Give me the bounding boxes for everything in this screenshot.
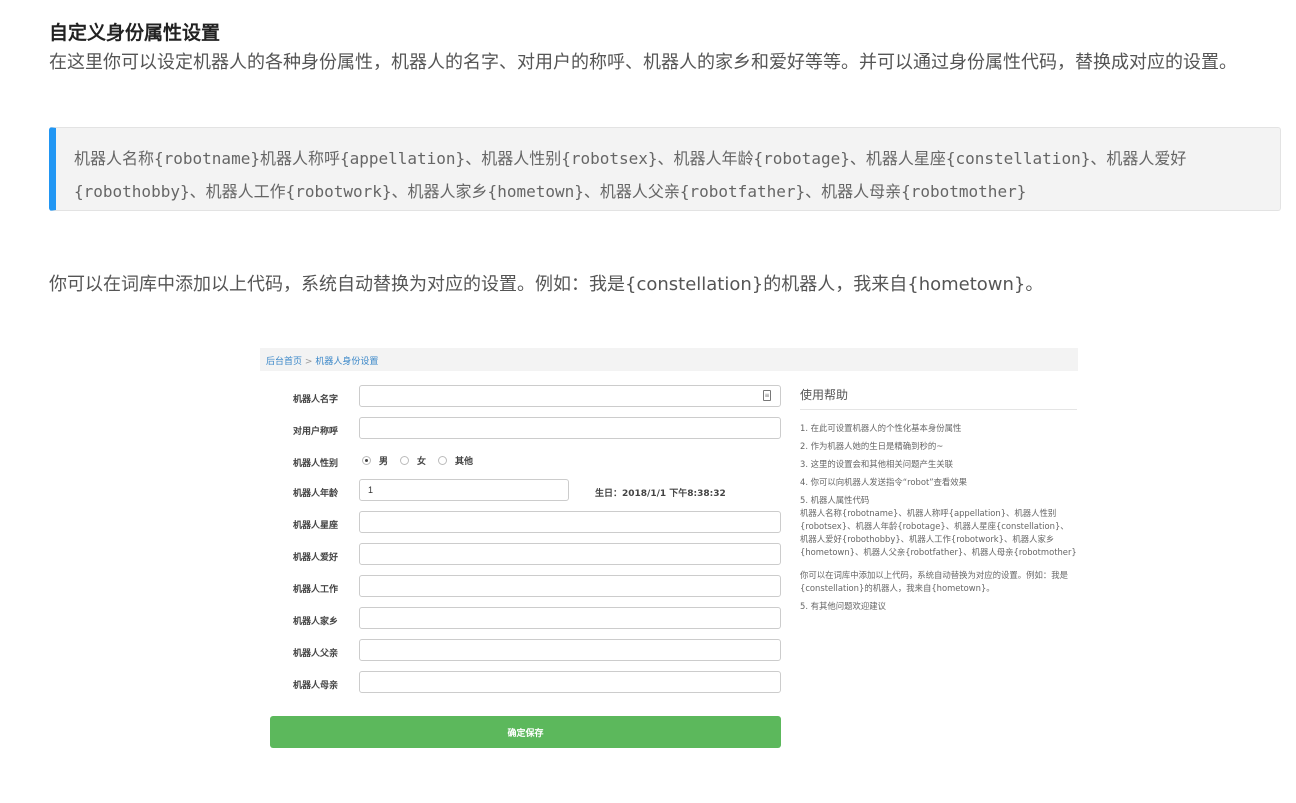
sex-radio-male[interactable] [362, 456, 371, 465]
sex-radio-female[interactable] [400, 456, 410, 465]
save-button[interactable]: 确定保存 [270, 716, 781, 748]
help-item: 2. 作为机器人她的生日是精确到秒的~ [800, 441, 944, 451]
sex-option-label: 男 [379, 457, 389, 467]
appellation-label: 对用户称呼 [293, 427, 339, 437]
birthday-text: 生日：2018/1/1 下午8:38:32 [595, 489, 726, 499]
father-input[interactable] [359, 639, 781, 661]
robot-name-input[interactable] [359, 385, 781, 407]
code-line: {robothobby}、机器人工作{robotwork}、机器人家乡{home… [74, 182, 1027, 201]
page-title: 自定义身份属性设置 [49, 22, 221, 44]
appellation-input[interactable] [359, 417, 781, 439]
form-row-appellation: 对用户称呼 [260, 417, 800, 441]
form-row-hometown: 机器人家乡 [260, 607, 800, 631]
help-item: 1. 在此可设置机器人的个性化基本身份属性 [800, 423, 962, 433]
help-list: 1. 在此可设置机器人的个性化基本身份属性 2. 作为机器人她的生日是精确到秒的… [800, 422, 1077, 613]
breadcrumb-current: 机器人身份设置 [315, 357, 379, 367]
robot-name-label: 机器人名字 [293, 395, 339, 405]
sex-option-label: 其他 [455, 457, 474, 467]
help-item: 3. 这里的设置会和其他相关问题产生关联 [800, 459, 954, 469]
form-row-father: 机器人父亲 [260, 639, 800, 663]
hometown-input[interactable] [359, 607, 781, 629]
code-line: 机器人名称{robotname}机器人称呼{appellation}、机器人性别… [74, 149, 1187, 168]
constellation-input[interactable] [359, 511, 781, 533]
sex-radio-other[interactable] [438, 456, 448, 465]
sex-option-label: 女 [417, 457, 427, 467]
contact-card-icon: ≡ [763, 390, 771, 401]
robot-age-input[interactable] [359, 479, 569, 501]
help-item: 你可以在词库中添加以上代码，系统自动替换为对应的设置。例如：我是{constel… [800, 570, 1068, 593]
robot-age-label: 机器人年龄 [293, 489, 339, 499]
sex-radio-group: 男 女 其他 [362, 454, 485, 467]
breadcrumb-home-link[interactable]: 后台首页 [266, 357, 302, 367]
hobby-label: 机器人爱好 [293, 553, 339, 563]
attribute-code-block: 机器人名称{robotname}机器人称呼{appellation}、机器人性别… [49, 127, 1281, 211]
example-paragraph: 你可以在词库中添加以上代码，系统自动替换为对应的设置。例如：我是{constel… [49, 274, 1044, 295]
help-panel: 使用帮助 1. 在此可设置机器人的个性化基本身份属性 2. 作为机器人她的生日是… [800, 386, 1077, 618]
help-title: 使用帮助 [800, 386, 1077, 410]
robot-sex-label: 机器人性别 [293, 459, 339, 469]
breadcrumb-separator: > [304, 357, 313, 367]
father-label: 机器人父亲 [293, 649, 339, 659]
intro-paragraph: 在这里你可以设定机器人的各种身份属性，机器人的名字、对用户的称呼、机器人的家乡和… [49, 52, 1237, 73]
form-row-constellation: 机器人星座 [260, 511, 800, 535]
mother-input[interactable] [359, 671, 781, 693]
mother-label: 机器人母亲 [293, 681, 339, 691]
form-row-hobby: 机器人爱好 [260, 543, 800, 567]
work-label: 机器人工作 [293, 585, 339, 595]
help-item: 5. 机器人属性代码 机器人名称{robotname}、机器人称呼{appell… [800, 495, 1077, 557]
work-input[interactable] [359, 575, 781, 597]
breadcrumb: 后台首页 > 机器人身份设置 [260, 348, 1078, 371]
form-row-mother: 机器人母亲 [260, 671, 800, 695]
settings-screenshot: 后台首页 > 机器人身份设置 机器人名字 ≡ 对用户称呼 机器人性别 男 女 其… [260, 348, 1078, 758]
constellation-label: 机器人星座 [293, 521, 339, 531]
help-item: 4. 你可以向机器人发送指令“robot”查看效果 [800, 477, 968, 487]
hometown-label: 机器人家乡 [293, 617, 339, 627]
help-item: 5. 有其他问题欢迎建议 [800, 601, 887, 611]
form-row-sex: 机器人性别 男 女 其他 [260, 449, 800, 473]
hobby-input[interactable] [359, 543, 781, 565]
form-row-name: 机器人名字 ≡ [260, 385, 800, 409]
form-row-age: 机器人年龄 生日：2018/1/1 下午8:38:32 [260, 479, 800, 503]
form-row-work: 机器人工作 [260, 575, 800, 599]
